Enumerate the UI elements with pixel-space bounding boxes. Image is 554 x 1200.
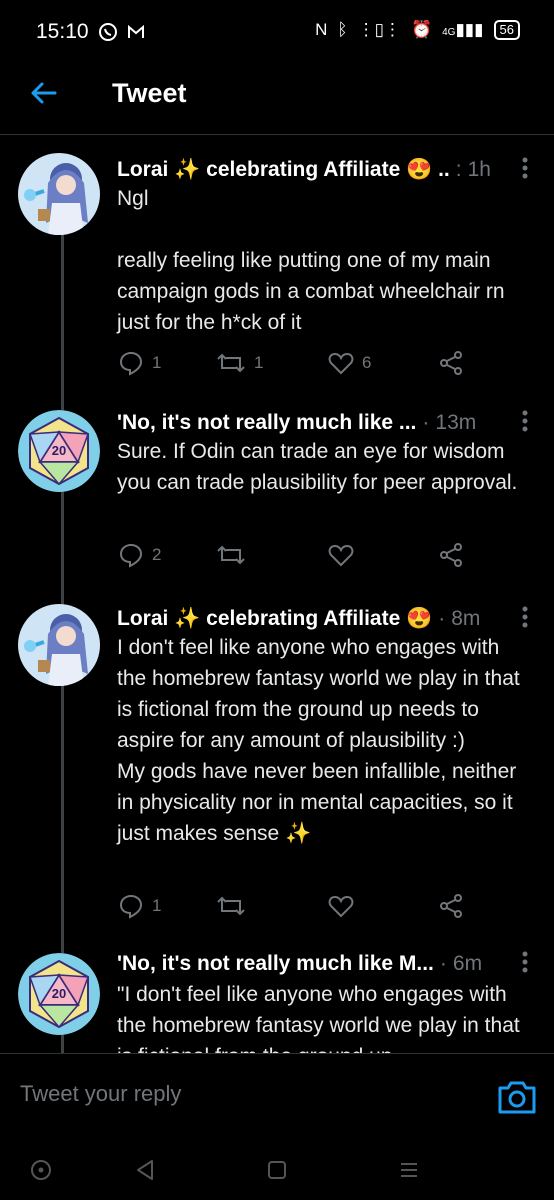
- reply-icon: [119, 894, 143, 919]
- like-button[interactable]: [328, 543, 438, 567]
- app-header: Tweet: [0, 66, 554, 135]
- back-arrow-icon[interactable]: [28, 78, 58, 108]
- tweet-actions: 2: [118, 540, 478, 570]
- tweet-body: Ngl really feeling like putting one of m…: [117, 187, 505, 334]
- avatar-d20[interactable]: 20: [18, 953, 100, 1035]
- d20-dice-image: 20: [18, 410, 100, 492]
- tweet-text: Ngl really feeling like putting one of m…: [117, 183, 530, 338]
- more-options-icon[interactable]: [522, 951, 528, 973]
- retweet-icon: [217, 353, 245, 373]
- tweet-time: 13m: [435, 411, 477, 434]
- reply-count: 1: [152, 353, 162, 372]
- d20-dice-image: 20: [18, 953, 100, 1035]
- retweet-icon: [217, 545, 245, 565]
- tweet-time: 1h: [467, 158, 491, 181]
- author-name[interactable]: Lorai ✨ celebrating Affiliate 😍 ..: [117, 158, 450, 182]
- author-name[interactable]: 'No, it's not really much like ...: [117, 411, 416, 435]
- like-count: 6: [362, 353, 372, 372]
- avatar-lorai[interactable]: [18, 153, 100, 235]
- tweet-3[interactable]: Lorai ✨ celebrating Affiliate 😍 · 8m I d…: [0, 588, 554, 945]
- back-triangle-icon[interactable]: [130, 1155, 160, 1185]
- author-name[interactable]: Lorai ✨ celebrating Affiliate 😍: [117, 607, 432, 631]
- reply-count: 1: [152, 896, 162, 915]
- signal-4g-icon: 4G▮▮▮: [442, 20, 484, 39]
- tweet-time: 6m: [452, 952, 483, 975]
- heart-icon: [328, 352, 354, 375]
- reply-count: 2: [152, 545, 162, 564]
- retweet-count: 1: [254, 353, 264, 372]
- assistant-icon[interactable]: [26, 1155, 56, 1185]
- tweet-body: Sure. If Odin can trade an eye for wisdo…: [117, 440, 518, 494]
- tweet-header: Lorai ✨ celebrating Affiliate 😍 · 8m: [117, 604, 520, 634]
- status-time: 15:10: [36, 20, 89, 43]
- tweet-1[interactable]: Lorai ✨ celebrating Affiliate 😍 .. : 1h …: [0, 135, 554, 400]
- tweet-time: 8m: [451, 607, 481, 630]
- reply-input[interactable]: [18, 1080, 442, 1108]
- anime-avatar-image: [18, 153, 100, 235]
- status-bar: 15:10 N ᛒ ⋮▯⋮ ⏰ 4G▮▮▮ 56: [0, 0, 554, 66]
- svg-text:20: 20: [52, 443, 66, 458]
- more-options-icon[interactable]: [522, 410, 528, 432]
- like-button[interactable]: [328, 894, 438, 918]
- share-icon: [440, 543, 462, 567]
- reply-button[interactable]: 2: [118, 542, 216, 568]
- tweet-header: 'No, it's not really much like ... · 13m: [117, 408, 520, 438]
- tweet-separator: ·: [438, 607, 446, 630]
- tweet-header: 'No, it's not really much like M... · 6m: [117, 949, 520, 979]
- share-button[interactable]: [438, 893, 464, 919]
- share-button[interactable]: [438, 542, 464, 568]
- tweet-body: "I don't feel like anyone who engages wi…: [117, 983, 520, 1053]
- vibrate-icon: ⋮▯⋮: [357, 20, 401, 39]
- network-label: 4G: [442, 27, 456, 38]
- retweet-button[interactable]: 1: [216, 350, 328, 376]
- bluetooth-icon: ᛒ: [337, 20, 348, 39]
- tweet-thread[interactable]: Lorai ✨ celebrating Affiliate 😍 .. : 1h …: [0, 135, 554, 1053]
- retweet-button[interactable]: [216, 542, 328, 568]
- page-title: Tweet: [112, 78, 187, 108]
- like-button[interactable]: 6: [328, 351, 438, 375]
- tweet-4[interactable]: 20 'No, it's not really much like M... ·…: [0, 945, 554, 1053]
- tweet-actions: 1 1 6: [118, 348, 478, 378]
- reply-button[interactable]: 1: [118, 350, 216, 376]
- tweet-actions: 1: [118, 891, 478, 921]
- share-icon: [440, 894, 462, 918]
- reply-bar: [0, 1053, 554, 1139]
- share-button[interactable]: [438, 350, 464, 376]
- author-name[interactable]: 'No, it's not really much like M...: [117, 952, 434, 976]
- svg-text:20: 20: [52, 986, 66, 1001]
- camera-icon[interactable]: [496, 1076, 538, 1118]
- tweet-header: Lorai ✨ celebrating Affiliate 😍 .. : 1h: [117, 155, 520, 185]
- tweet-text: "I don't feel like anyone who engages wi…: [117, 979, 530, 1053]
- heart-icon: [328, 895, 354, 918]
- system-navigation-bar: [0, 1140, 554, 1200]
- recents-menu-icon[interactable]: [394, 1155, 424, 1185]
- more-options-icon[interactable]: [522, 606, 528, 628]
- anime-avatar-image: [18, 604, 100, 686]
- retweet-icon: [217, 896, 245, 916]
- battery-indicator: 56: [493, 20, 520, 40]
- tweet-2[interactable]: 20 'No, it's not really much like ... · …: [0, 400, 554, 588]
- reply-icon: [119, 351, 143, 376]
- avatar-lorai[interactable]: [18, 604, 100, 686]
- tweet-text: I don't feel like anyone who engages wit…: [117, 632, 530, 849]
- share-icon: [440, 351, 462, 375]
- heart-icon: [328, 544, 354, 567]
- tweet-separator: ·: [439, 952, 447, 975]
- more-options-icon[interactable]: [522, 157, 528, 179]
- tweet-separator: ·: [422, 411, 430, 434]
- nfc-icon: N: [315, 20, 328, 39]
- tweet-text: Sure. If Odin can trade an eye for wisdo…: [117, 436, 530, 498]
- retweet-button[interactable]: [216, 893, 328, 919]
- avatar-d20[interactable]: 20: [18, 410, 100, 492]
- reply-button[interactable]: 1: [118, 893, 216, 919]
- whatsapp-icon: [99, 23, 117, 41]
- alarm-icon: ⏰: [410, 20, 433, 39]
- tweet-body: I don't feel like anyone who engages wit…: [117, 636, 520, 845]
- gmail-icon: [128, 24, 144, 38]
- home-square-icon[interactable]: [262, 1155, 292, 1185]
- tweet-separator: :: [455, 158, 462, 181]
- reply-icon: [119, 543, 143, 568]
